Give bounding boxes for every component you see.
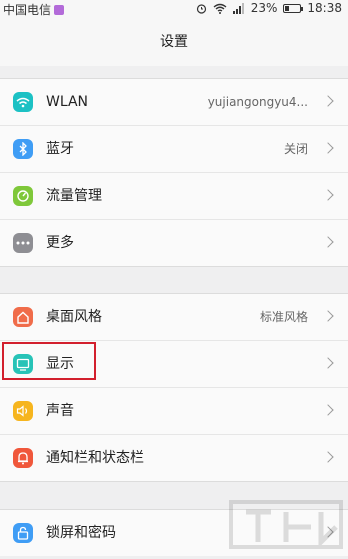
setting-value: 标准风格 [259, 310, 308, 324]
watermark-logo [229, 500, 343, 549]
setting-wlan[interactable]: WLAN yujiangongyu4... [0, 79, 348, 126]
wifi-icon [213, 3, 227, 14]
battery-icon [283, 3, 304, 13]
chevron-right-icon [322, 404, 334, 416]
setting-bluetooth[interactable]: 蓝牙 关闭 [0, 126, 348, 173]
alarm-icon [196, 3, 207, 14]
chevron-right-icon [322, 142, 334, 154]
data-usage-icon [13, 186, 33, 206]
battery-percent: 23% [250, 1, 278, 15]
carrier-name: 中国电信 [3, 3, 52, 17]
chevron-right-icon [322, 189, 334, 201]
setting-value: 关闭 [283, 142, 308, 156]
setting-label: 蓝牙 [46, 141, 74, 157]
chevron-right-icon [322, 95, 334, 107]
app-badge-icon [54, 4, 65, 15]
setting-label: WLAN [46, 94, 89, 110]
more-icon [13, 233, 33, 253]
notification-icon [13, 448, 33, 468]
status-left: 中国电信 [3, 1, 65, 18]
setting-sound[interactable]: 声音 [0, 388, 348, 435]
clock: 18:38 [307, 1, 342, 15]
setting-label: 流量管理 [46, 188, 102, 204]
status-bar: 中国电信 23% 18:38 [0, 0, 348, 18]
setting-label: 桌面风格 [46, 309, 102, 325]
settings-group-display: 桌面风格 标准风格 显示 声音 通知栏和状态栏 [0, 293, 348, 482]
setting-label: 更多 [46, 235, 74, 251]
setting-data-usage[interactable]: 流量管理 [0, 173, 348, 220]
chevron-right-icon [322, 236, 334, 248]
highlight-box [2, 342, 96, 380]
setting-more[interactable]: 更多 [0, 220, 348, 266]
home-icon [13, 307, 33, 327]
setting-desktop-style[interactable]: 桌面风格 标准风格 [0, 294, 348, 341]
setting-value: yujiangongyu4... [207, 95, 308, 109]
settings-group-network: WLAN yujiangongyu4... 蓝牙 关闭 流量管理 更多 [0, 78, 348, 267]
chevron-right-icon [322, 357, 334, 369]
lock-icon [13, 523, 33, 543]
wifi-icon [13, 92, 33, 112]
signal-icon [232, 2, 245, 14]
page-title: 设置 [0, 18, 348, 66]
setting-label: 锁屏和密码 [46, 525, 116, 541]
chevron-right-icon [322, 451, 334, 463]
chevron-right-icon [322, 310, 334, 322]
sound-icon [13, 401, 33, 421]
bluetooth-icon [13, 139, 33, 159]
setting-label: 通知栏和状态栏 [46, 450, 144, 466]
status-right: 23% 18:38 [196, 1, 342, 15]
setting-label: 声音 [46, 403, 74, 419]
setting-notification-bar[interactable]: 通知栏和状态栏 [0, 435, 348, 481]
